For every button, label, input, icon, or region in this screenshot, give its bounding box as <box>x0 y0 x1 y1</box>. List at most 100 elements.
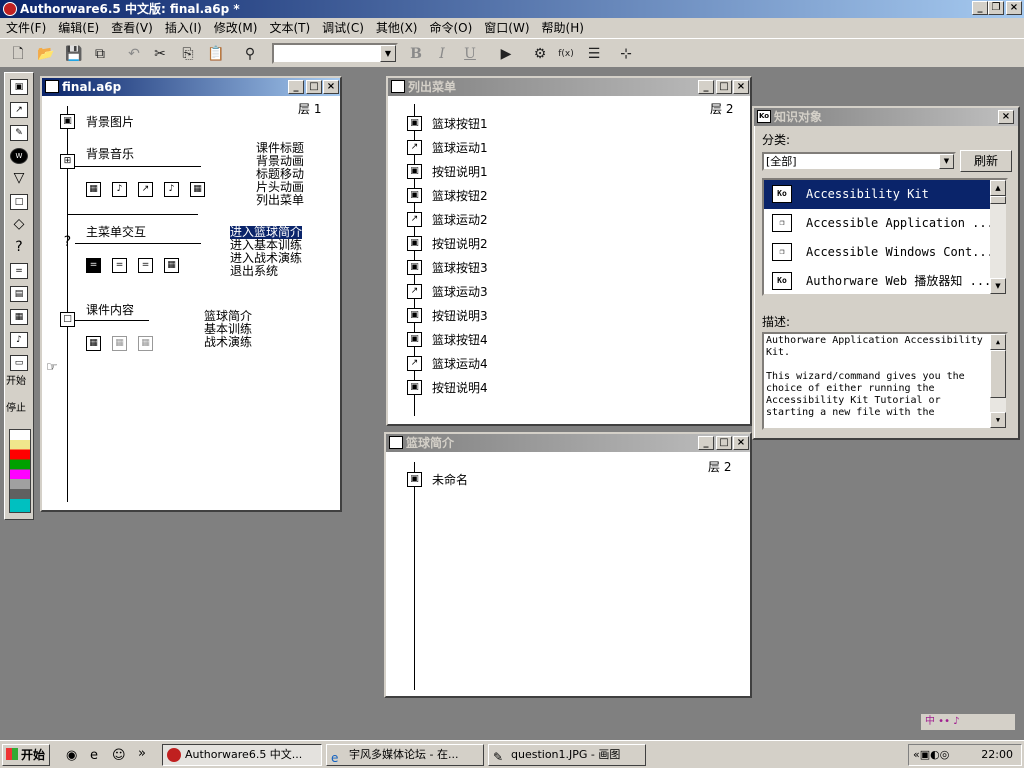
icon-title[interactable]: 篮球按钮3 <box>432 262 488 275</box>
list-item[interactable]: ❐ Accessible Windows Cont... <box>764 238 994 267</box>
list-item[interactable]: ❐ Accessible Application ... <box>764 209 994 238</box>
qq-icon[interactable]: ☺ <box>112 748 126 763</box>
display-icon[interactable]: ▣ <box>407 260 422 275</box>
motion-icon[interactable]: ↗ <box>407 140 422 155</box>
run-icon[interactable]: ▶ <box>496 44 516 64</box>
digital-movie-icon[interactable]: ▦ <box>86 336 101 351</box>
close-button[interactable]: × <box>733 80 749 94</box>
scroll-up-icon[interactable]: ▲ <box>990 334 1006 350</box>
video-icon[interactable]: ▭ <box>10 355 28 371</box>
italic-button[interactable]: I <box>432 44 452 64</box>
scrollbar[interactable]: ▲ ▼ <box>990 180 1006 294</box>
minimize-button[interactable]: _ <box>288 80 304 94</box>
category-select[interactable]: [全部] ▼ <box>762 152 956 171</box>
maximize-button[interactable]: □ <box>716 80 732 94</box>
cut-icon[interactable]: ✂ <box>150 44 170 64</box>
icon-title[interactable]: 篮球运动3 <box>432 286 488 299</box>
digital-movie-icon[interactable]: ▦ <box>10 309 28 325</box>
icon-title[interactable]: 背景图片 <box>86 116 134 129</box>
chevron-down-icon[interactable]: ▼ <box>380 45 396 62</box>
calculation-icon[interactable]: = <box>10 263 28 279</box>
control-panel-icon[interactable]: ⚙ <box>530 44 550 64</box>
display-icon[interactable]: ▣ <box>60 114 75 129</box>
task-button-browser[interactable]: e 宇风多媒体论坛 - 在... <box>326 744 484 766</box>
tray-icons[interactable]: «▣◐◎ <box>913 745 949 765</box>
undo-icon[interactable]: ↶ <box>124 44 144 64</box>
icon-title[interactable]: 篮球按钮1 <box>432 118 488 131</box>
menu-item[interactable]: 文本(T) <box>263 18 316 38</box>
scroll-down-icon[interactable]: ▼ <box>990 278 1006 294</box>
menu-item[interactable]: 其他(X) <box>370 18 424 38</box>
list-item[interactable]: Ko Accessibility Kit <box>764 180 994 209</box>
calculation-icon[interactable]: = <box>86 258 101 273</box>
display-icon[interactable]: ▣ <box>407 164 422 179</box>
framework-icon[interactable]: ⊞ <box>60 154 75 169</box>
sound-icon[interactable]: ♪ <box>112 182 127 197</box>
icon-title[interactable]: 按钮说明3 <box>432 310 488 323</box>
minimize-button[interactable]: _ <box>972 1 988 15</box>
menu-item[interactable]: 调试(C) <box>316 18 370 38</box>
framework-icon[interactable]: □ <box>60 312 75 327</box>
icon-title[interactable]: 按钮说明2 <box>432 238 488 251</box>
menu-item[interactable]: 文件(F) <box>0 18 52 38</box>
knowledge-objects-icon[interactable]: ⊹ <box>616 44 636 64</box>
menu-item[interactable]: 修改(M) <box>208 18 264 38</box>
digital-movie-icon[interactable]: ▦ <box>138 336 153 351</box>
chevron-down-icon[interactable]: ▼ <box>939 154 954 169</box>
color-inks-swatch[interactable] <box>9 429 31 513</box>
paste-icon[interactable]: 📋 <box>206 44 226 64</box>
bold-button[interactable]: B <box>406 44 426 64</box>
menu-item[interactable]: 帮助(H) <box>536 18 590 38</box>
decision-icon[interactable]: ◇ <box>10 217 28 233</box>
list-item[interactable]: 列出菜单 <box>256 194 304 207</box>
start-flag[interactable]: 开始 <box>6 376 26 387</box>
map-icon[interactable]: ▤ <box>10 286 28 302</box>
display-icon[interactable]: ▣ <box>407 380 422 395</box>
menu-item[interactable]: 插入(I) <box>159 18 208 38</box>
task-button-authorware[interactable]: Authorware6.5 中文... <box>162 744 322 766</box>
scroll-down-icon[interactable]: ▼ <box>990 412 1006 428</box>
icon-title[interactable]: 主菜单交互 <box>86 226 146 239</box>
display-icon[interactable]: ▣ <box>407 472 422 487</box>
display-icon[interactable]: ▣ <box>10 79 28 95</box>
maximize-button[interactable]: □ <box>716 436 732 450</box>
menu-item[interactable]: 查看(V) <box>105 18 159 38</box>
menu-item[interactable]: 命令(O) <box>423 18 478 38</box>
icon-title[interactable]: 篮球按钮4 <box>432 334 488 347</box>
save-all-icon[interactable]: 💾 <box>64 44 84 64</box>
sound-icon[interactable]: ♪ <box>10 332 28 348</box>
sound-icon[interactable]: ♪ <box>164 182 179 197</box>
list-item[interactable]: 战术演练 <box>204 336 252 349</box>
quicklaunch-icon[interactable]: ◉ <box>66 748 77 763</box>
icon-title[interactable]: 未命名 <box>432 474 468 487</box>
digital-movie-icon[interactable]: ▦ <box>86 182 101 197</box>
maximize-button[interactable]: □ <box>306 80 322 94</box>
display-icon[interactable]: ▣ <box>407 308 422 323</box>
stop-flag[interactable]: 停止 <box>6 403 26 414</box>
task-button-paint[interactable]: ✎ question1.JPG - 画图 <box>488 744 646 766</box>
wait-icon[interactable]: W <box>10 148 28 164</box>
minimize-button[interactable]: _ <box>698 436 714 450</box>
icon-title[interactable]: 按钮说明1 <box>432 166 488 179</box>
scroll-up-icon[interactable]: ▲ <box>990 180 1006 196</box>
display-icon[interactable]: ▣ <box>407 236 422 251</box>
icon-title[interactable]: 篮球运动4 <box>432 358 488 371</box>
erase-icon[interactable]: ✎ <box>10 125 28 141</box>
motion-icon[interactable]: ↗ <box>407 284 422 299</box>
digital-movie-icon[interactable]: ▦ <box>164 258 179 273</box>
icon-title[interactable]: 按钮说明4 <box>432 382 488 395</box>
ime-toolbar[interactable]: 中 •• ♪ <box>920 713 1016 731</box>
display-icon[interactable]: ▣ <box>407 116 422 131</box>
scroll-thumb[interactable] <box>990 196 1006 204</box>
minimize-button[interactable]: _ <box>698 80 714 94</box>
find-icon[interactable]: ⚲ <box>240 44 260 64</box>
list-item[interactable]: 退出系统 <box>230 265 302 278</box>
display-icon[interactable]: ▣ <box>407 332 422 347</box>
motion-icon[interactable]: ↗ <box>10 102 28 118</box>
icon-title[interactable]: 背景音乐 <box>86 148 134 161</box>
motion-icon[interactable]: ↗ <box>138 182 153 197</box>
list-item[interactable]: Ko Authorware Web 播放器知 ... <box>764 267 994 294</box>
close-button[interactable]: × <box>998 110 1014 124</box>
interaction-icon[interactable]: ? <box>10 240 28 256</box>
paste-hand-icon[interactable]: ☞ <box>46 360 58 375</box>
